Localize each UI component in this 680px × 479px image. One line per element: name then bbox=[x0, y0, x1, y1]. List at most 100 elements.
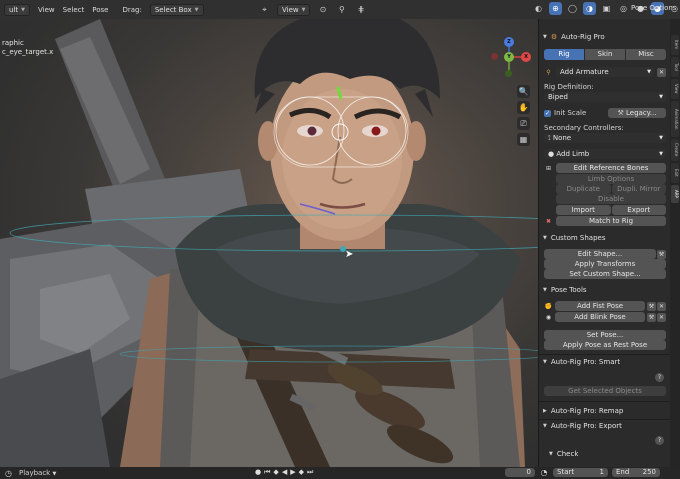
xray-icon[interactable]: ▣ bbox=[600, 2, 613, 15]
edit-shape-button[interactable]: Edit Shape... bbox=[544, 249, 656, 259]
check-header[interactable]: ▼ Check bbox=[549, 450, 578, 458]
playback-menu[interactable]: Playback ▼ bbox=[19, 469, 56, 477]
gizmo-y-axis[interactable]: Y bbox=[504, 52, 514, 62]
wrench-icon[interactable]: ⚒ bbox=[647, 301, 656, 311]
sidebar-tab-tool[interactable]: Tool bbox=[671, 57, 679, 77]
legacy-button[interactable]: ⚒ Legacy... bbox=[608, 108, 666, 118]
expand-triangle-icon[interactable]: ▼ bbox=[543, 34, 547, 40]
menu-view[interactable]: View bbox=[38, 6, 55, 14]
tab-rig[interactable]: Rig bbox=[544, 49, 585, 60]
smart-header[interactable]: ▼ Auto-Rig Pro: Smart bbox=[543, 358, 620, 366]
start-frame-field[interactable]: Start 1 bbox=[553, 468, 608, 477]
add-armature-dropdown[interactable]: Add Armature ▼ bbox=[556, 67, 654, 77]
auto-rig-pro-header[interactable]: ▼ ⚙ Auto-Rig Pro bbox=[543, 33, 605, 41]
end-frame-field[interactable]: End 250 bbox=[612, 468, 660, 477]
tab-skin[interactable]: Skin bbox=[585, 49, 626, 60]
wireframe-shading-icon[interactable]: ◎ bbox=[617, 2, 630, 15]
disable-button[interactable]: Disable bbox=[556, 194, 666, 204]
current-frame-field[interactable]: 0 bbox=[505, 468, 535, 477]
match-to-rig-button[interactable]: Match to Rig bbox=[556, 216, 666, 226]
limb-options-button[interactable]: Limb Options bbox=[556, 174, 666, 184]
edit-reference-bones-button[interactable]: Edit Reference Bones bbox=[556, 163, 666, 173]
import-button[interactable]: Import bbox=[556, 205, 611, 215]
snap-icon[interactable]: ⚲ bbox=[335, 3, 348, 16]
drag-dropdown[interactable]: Select Box ▼ bbox=[149, 3, 204, 16]
sidebar-tab-edit[interactable]: Edit bbox=[671, 163, 679, 183]
collapsed-triangle-icon[interactable]: ▶ bbox=[543, 408, 547, 414]
pan-hand-icon[interactable]: ✋ bbox=[517, 101, 530, 114]
menu-pose[interactable]: Pose bbox=[92, 6, 108, 14]
get-selected-objects-button[interactable]: Get Selected Objects bbox=[544, 386, 666, 396]
apply-pose-as-rest-button[interactable]: Apply Pose as Rest Pose bbox=[544, 340, 666, 350]
close-icon[interactable]: ✕ bbox=[657, 67, 666, 77]
snap-grid-icon[interactable]: ⋕ bbox=[354, 3, 367, 16]
auto-rig-pro-title: Auto-Rig Pro bbox=[561, 33, 605, 41]
help-icon[interactable]: ? bbox=[655, 373, 664, 382]
dupli-mirror-button[interactable]: Dupli. Mirror bbox=[611, 184, 666, 194]
pose-tools-header[interactable]: ▼ Pose Tools bbox=[543, 286, 587, 294]
tab-misc[interactable]: Misc bbox=[626, 49, 666, 60]
export-header[interactable]: ▼ Auto-Rig Pro: Export bbox=[543, 422, 622, 430]
sidebar-tab-arp[interactable]: ARP bbox=[671, 185, 679, 203]
gizmo-neg-x[interactable] bbox=[491, 53, 498, 60]
custom-shapes-header[interactable]: ▼ Custom Shapes bbox=[543, 234, 605, 242]
3d-viewport[interactable]: raphic c_eye_target.x Z Y X 🔍 ✋ ⎚ ▦ ➤ bbox=[0, 19, 538, 467]
sidebar-tab-view[interactable]: View bbox=[671, 79, 679, 99]
shape-icon[interactable]: ⚒ bbox=[657, 249, 666, 259]
visibility-icon[interactable]: ◐ bbox=[532, 2, 545, 15]
sidebar-tab-animation[interactable]: Animation bbox=[671, 101, 679, 137]
expand-triangle-icon[interactable]: ▼ bbox=[549, 451, 553, 457]
add-fist-pose-button[interactable]: Add Fist Pose bbox=[555, 301, 645, 311]
mode-dropdown[interactable]: ult ▼ bbox=[4, 3, 30, 16]
orientation-dropdown[interactable]: View ▼ bbox=[277, 3, 311, 16]
start-value: 1 bbox=[599, 468, 604, 476]
menu-select[interactable]: Select bbox=[63, 6, 85, 14]
init-scale-checkbox[interactable]: ✓ bbox=[544, 109, 551, 117]
editor-type-icon[interactable]: ◷ bbox=[2, 467, 15, 479]
remap-header[interactable]: ▶ Auto-Rig Pro: Remap bbox=[543, 407, 623, 415]
expand-triangle-icon[interactable]: ▼ bbox=[543, 287, 547, 293]
secondary-controllers-dropdown[interactable]: ⟟ None ▼ bbox=[544, 133, 666, 143]
close-icon[interactable]: ✕ bbox=[657, 301, 666, 311]
record-icon[interactable]: ● bbox=[255, 468, 261, 477]
orientation-icon[interactable]: ⌖ bbox=[258, 3, 271, 16]
grid-icon[interactable]: ▦ bbox=[517, 133, 530, 146]
gizmo-x-axis[interactable]: X bbox=[521, 52, 531, 62]
camera-icon[interactable]: ⎚ bbox=[517, 117, 530, 130]
zoom-icon[interactable]: 🔍 bbox=[517, 85, 530, 98]
pivot-icon[interactable]: ⊙ bbox=[316, 3, 329, 16]
set-pose-row: Set Pose... bbox=[544, 330, 666, 340]
overlay-icon[interactable]: ◯ bbox=[566, 2, 579, 15]
clock-icon[interactable]: ◔ bbox=[539, 468, 549, 477]
prev-keyframe-icon[interactable]: ◆ bbox=[273, 468, 278, 477]
jump-start-icon[interactable]: ⏮ bbox=[264, 468, 270, 477]
close-icon[interactable]: ✕ bbox=[657, 312, 666, 322]
wrench-icon[interactable]: ⚒ bbox=[647, 312, 656, 322]
navigation-gizmo[interactable]: Z Y X bbox=[490, 37, 534, 81]
expand-triangle-icon[interactable]: ▼ bbox=[543, 235, 547, 241]
expand-triangle-icon[interactable]: ▼ bbox=[543, 423, 547, 429]
set-custom-shape-button[interactable]: Set Custom Shape... bbox=[544, 269, 666, 279]
next-keyframe-icon[interactable]: ◆ bbox=[299, 468, 304, 477]
sidebar-tab-item[interactable]: Item bbox=[671, 35, 679, 55]
expand-triangle-icon[interactable]: ▼ bbox=[543, 359, 547, 365]
sidebar-tab-create[interactable]: Create bbox=[671, 139, 679, 161]
pose-options-button[interactable]: Pose Options bbox=[631, 4, 676, 12]
add-blink-pose-button[interactable]: Add Blink Pose bbox=[555, 312, 645, 322]
overlay-toggle-icon[interactable]: ◑ bbox=[583, 2, 596, 15]
help-icon[interactable]: ? bbox=[655, 436, 664, 445]
add-limb-dropdown[interactable]: ● Add Limb ▼ bbox=[544, 149, 666, 159]
divider bbox=[539, 354, 671, 355]
set-pose-button[interactable]: Set Pose... bbox=[544, 330, 666, 340]
rig-definition-dropdown[interactable]: Biped ▼ bbox=[544, 92, 666, 102]
jump-end-icon[interactable]: ⏭ bbox=[307, 468, 313, 477]
gizmo-z-axis[interactable]: Z bbox=[504, 37, 514, 47]
play-reverse-icon[interactable]: ◀ bbox=[282, 468, 287, 477]
gizmo-toggle-icon[interactable]: ⊕ bbox=[549, 2, 562, 15]
add-blink-pose-row: ◉ Add Blink Pose ⚒ ✕ bbox=[544, 312, 666, 322]
duplicate-button[interactable]: Duplicate bbox=[556, 184, 611, 194]
play-icon[interactable]: ▶ bbox=[290, 468, 295, 477]
gizmo-neg-y[interactable] bbox=[505, 70, 512, 77]
apply-transforms-button[interactable]: Apply Transforms bbox=[544, 259, 666, 269]
export-button[interactable]: Export bbox=[611, 205, 666, 215]
